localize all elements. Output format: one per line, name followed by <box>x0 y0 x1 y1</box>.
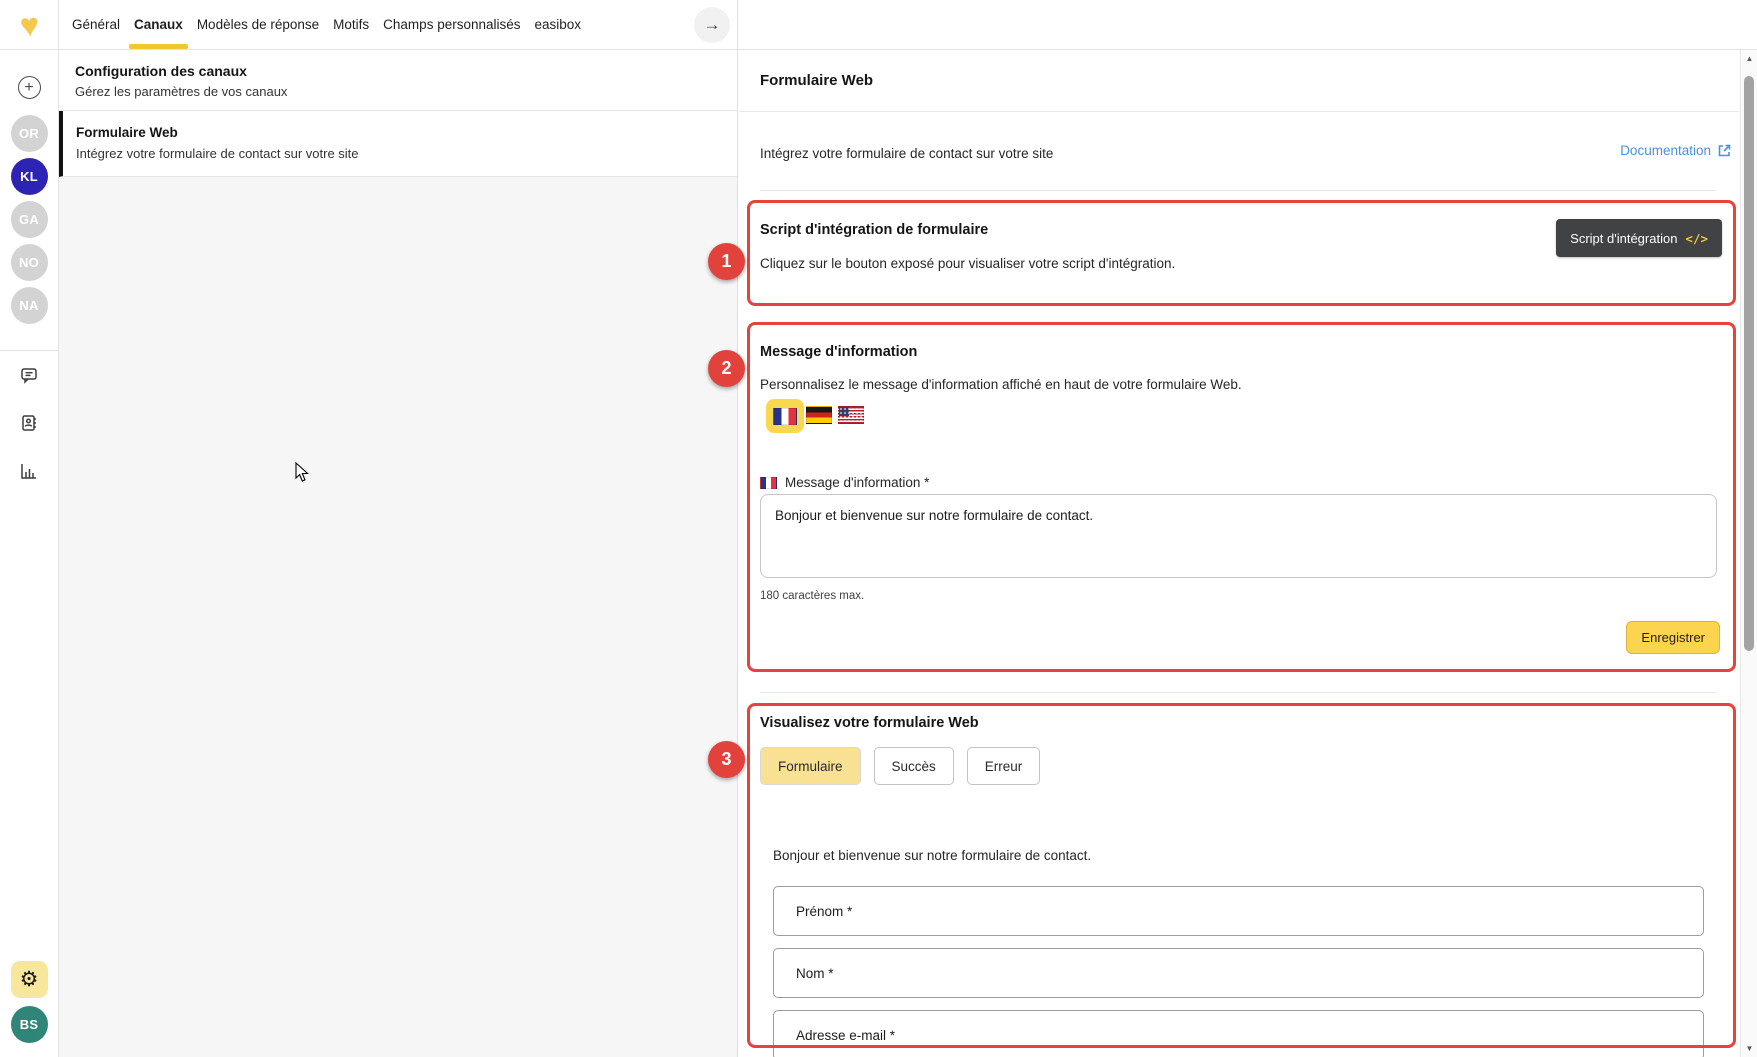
workspace-avatar-no[interactable]: NO <box>11 244 48 281</box>
tab-modeles-de-reponse[interactable]: Modèles de réponse <box>197 0 319 49</box>
preview-tabs: Formulaire Succès Erreur <box>760 747 1040 785</box>
field-label: Nom * <box>796 966 834 981</box>
divider <box>739 111 1739 112</box>
documentation-label: Documentation <box>1620 143 1711 158</box>
tab-label: Champs personnalisés <box>383 17 520 32</box>
external-link-icon <box>1717 143 1732 158</box>
language-usa-button[interactable] <box>838 406 864 424</box>
arrow-right-icon: → <box>704 15 721 35</box>
scroll-up-arrow[interactable]: ▲ <box>1741 50 1757 67</box>
top-nav-tabs: Général Canaux Modèles de réponse Motifs… <box>59 0 581 49</box>
tab-label: easibox <box>535 17 582 32</box>
nav-scroll-right-button[interactable]: → <box>694 7 730 43</box>
workspace-avatar-na[interactable]: NA <box>11 287 48 324</box>
add-workspace-button[interactable]: + <box>18 76 41 99</box>
tab-motifs[interactable]: Motifs <box>333 0 369 49</box>
preview-tab-formulaire[interactable]: Formulaire <box>760 747 861 785</box>
workspace-avatar-ga[interactable]: GA <box>11 201 48 238</box>
rail-tools <box>17 363 41 483</box>
tab-canaux[interactable]: Canaux <box>134 0 183 49</box>
scroll-down-arrow[interactable]: ▼ <box>1741 1040 1757 1057</box>
top-bar: ♥ Général Canaux Modèles de réponse Moti… <box>0 0 1757 50</box>
vertical-scrollbar[interactable]: ▲ ▼ <box>1740 50 1757 1057</box>
channels-sidebar: Configuration des canaux Gérez les param… <box>59 50 738 1057</box>
tab-label: Canaux <box>134 17 183 32</box>
code-icon: </> <box>1685 231 1708 246</box>
tab-label: Général <box>72 17 120 32</box>
statistics-button[interactable] <box>17 459 41 483</box>
language-french-button[interactable] <box>766 399 804 433</box>
tab-label: Motifs <box>333 17 369 32</box>
workspace-rail: + OR KL GA NO NA <box>0 50 59 1057</box>
script-integration-button[interactable]: Script d'intégration </> <box>1556 219 1722 257</box>
preview-field-email[interactable]: Adresse e-mail * <box>773 1010 1704 1057</box>
heart-icon: ♥ <box>18 8 39 41</box>
stats-icon <box>18 460 40 482</box>
workspace-avatar-or[interactable]: OR <box>11 115 48 152</box>
plus-icon: + <box>24 80 33 96</box>
field-label: Adresse e-mail * <box>796 1028 895 1043</box>
divider <box>760 692 1716 693</box>
sidebar-item-subtitle: Intégrez votre formulaire de contact sur… <box>76 146 722 161</box>
tab-champs-personnalises[interactable]: Champs personnalisés <box>383 0 520 49</box>
tab-easibox[interactable]: easibox <box>535 0 582 49</box>
sidebar-title: Configuration des canaux <box>75 63 722 79</box>
preview-field-nom[interactable]: Nom * <box>773 948 1704 998</box>
divider <box>760 190 1716 191</box>
rail-divider <box>0 350 59 351</box>
workspace-avatar-kl[interactable]: KL <box>11 158 48 195</box>
user-avatar[interactable]: BS <box>11 1006 48 1043</box>
app-window: ♥ Général Canaux Modèles de réponse Moti… <box>0 0 1757 1057</box>
scrollbar-thumb[interactable] <box>1744 76 1754 651</box>
message-section-title: Message d'information <box>760 344 917 360</box>
settings-button[interactable]: ⚙ <box>11 961 48 998</box>
save-button[interactable]: Enregistrer <box>1626 621 1720 654</box>
char-limit-helper: 180 caractères max. <box>760 590 864 602</box>
field-label: Prénom * <box>796 904 852 919</box>
chat-icon <box>18 364 40 386</box>
contacts-icon <box>18 412 40 434</box>
tab-label: Modèles de réponse <box>197 17 319 32</box>
message-field-label-row: Message d'information * <box>760 475 929 490</box>
preview-welcome-message: Bonjour et bienvenue sur notre formulair… <box>773 848 1091 863</box>
message-section-description: Personnalisez le message d'information a… <box>760 377 1242 392</box>
script-button-label: Script d'intégration <box>1570 231 1677 246</box>
sidebar-item-formulaire-web[interactable]: Formulaire Web Intégrez votre formulaire… <box>59 111 738 177</box>
sidebar-header: Configuration des canaux Gérez les param… <box>59 50 738 111</box>
contacts-button[interactable] <box>17 411 41 435</box>
tab-general[interactable]: Général <box>72 0 120 49</box>
workspace-list: OR KL GA NO NA <box>11 115 48 324</box>
french-flag-icon <box>773 408 797 425</box>
conversations-button[interactable] <box>17 363 41 387</box>
preview-tab-erreur[interactable]: Erreur <box>967 747 1041 785</box>
app-logo[interactable]: ♥ <box>0 0 59 49</box>
message-textarea[interactable]: Bonjour et bienvenue sur notre formulair… <box>760 494 1717 578</box>
rail-bottom: ⚙ BS <box>11 961 48 1057</box>
gear-icon: ⚙ <box>20 967 39 992</box>
script-section-title: Script d'intégration de formulaire <box>760 222 988 238</box>
preview-section-title: Visualisez votre formulaire Web <box>760 715 979 731</box>
preview-field-prenom[interactable]: Prénom * <box>773 886 1704 936</box>
sidebar-subtitle: Gérez les paramètres de vos canaux <box>75 84 722 99</box>
intro-text: Intégrez votre formulaire de contact sur… <box>760 146 1053 161</box>
sidebar-item-title: Formulaire Web <box>76 125 722 140</box>
script-section-description: Cliquez sur le bouton exposé pour visual… <box>760 256 1175 271</box>
french-flag-icon <box>760 477 777 489</box>
message-field-label: Message d'information * <box>785 475 929 490</box>
language-german-button[interactable] <box>806 406 832 424</box>
main-left-divider <box>737 0 738 1057</box>
page-title: Formulaire Web <box>760 72 873 89</box>
documentation-link[interactable]: Documentation <box>1620 143 1732 158</box>
preview-tab-succes[interactable]: Succès <box>874 747 954 785</box>
